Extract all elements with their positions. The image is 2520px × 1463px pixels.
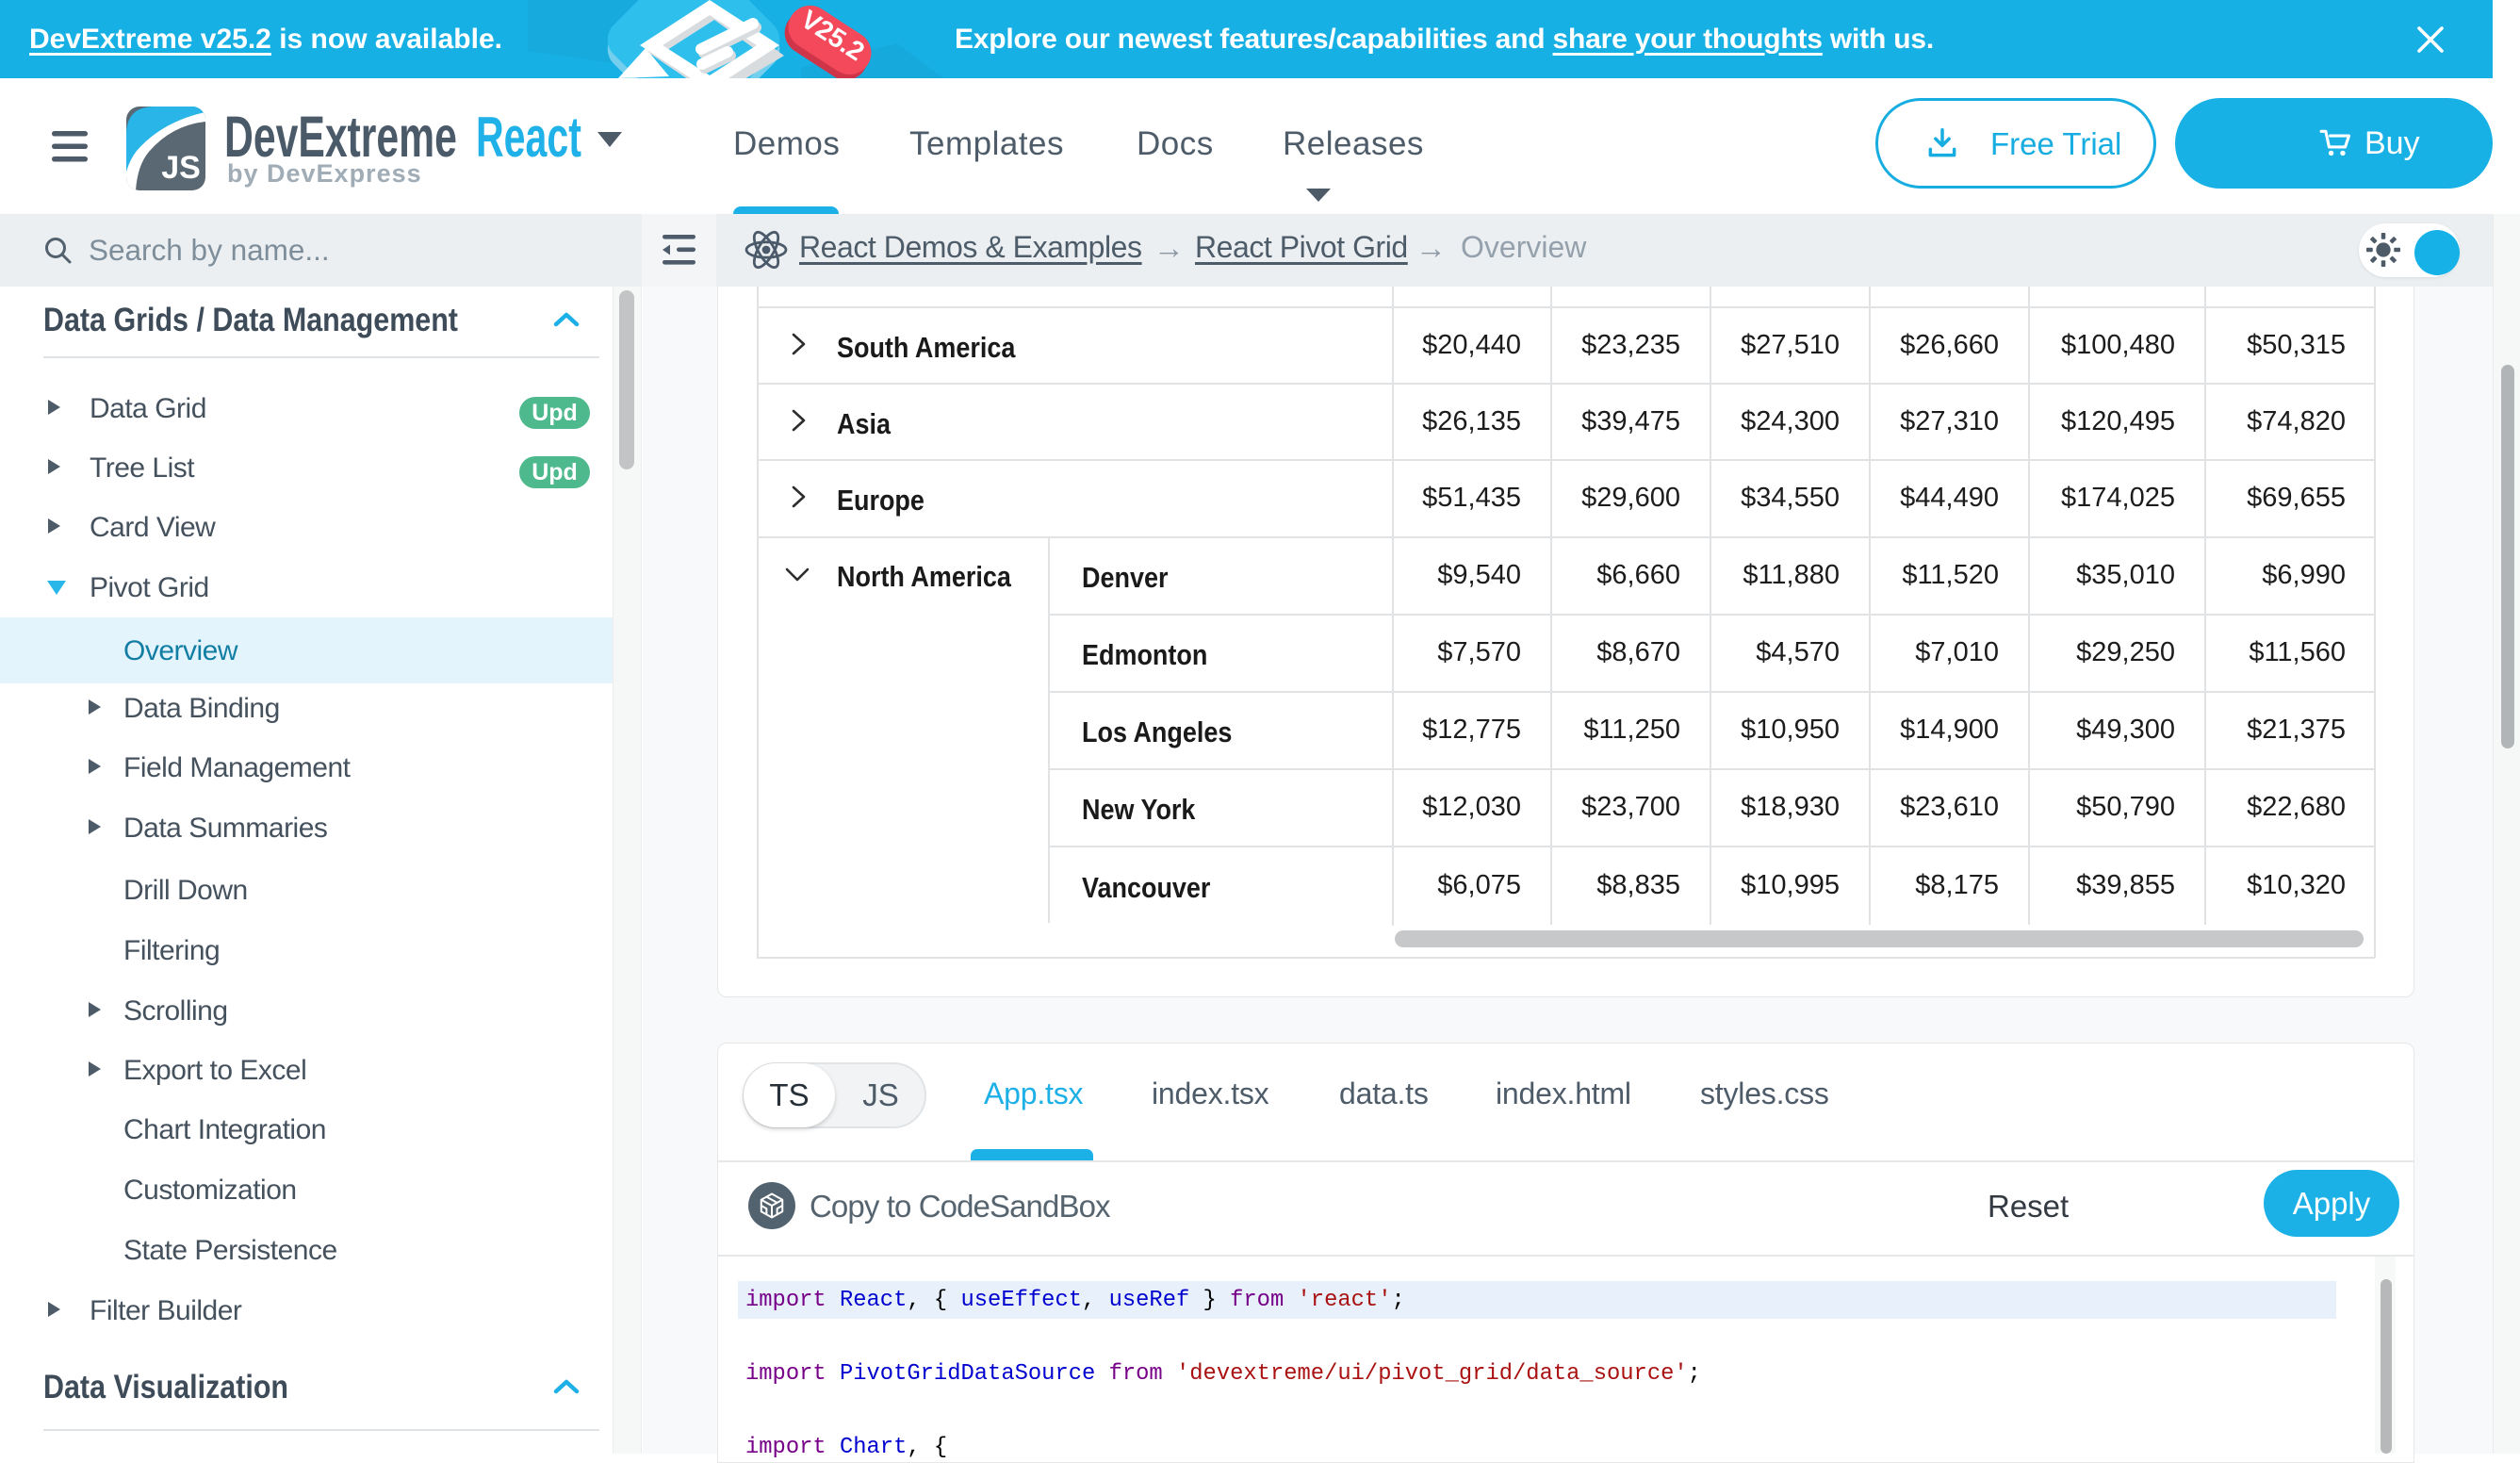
svg-text:JS: JS [161, 150, 201, 186]
